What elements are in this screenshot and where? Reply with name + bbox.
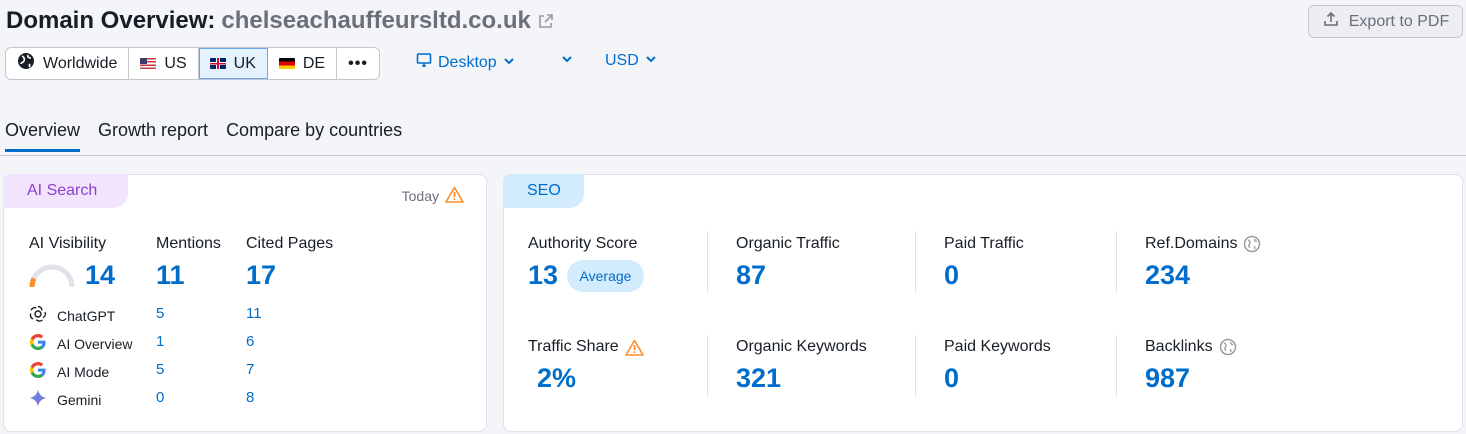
page-title-label: Domain Overview: — [6, 7, 216, 34]
ai-row-cited[interactable]: 11 — [246, 305, 262, 322]
organic-traffic-value[interactable]: 87 — [736, 260, 766, 291]
today-indicator: Today — [402, 186, 464, 206]
mentions-value[interactable]: 11 — [156, 260, 185, 291]
ai-row-cited[interactable]: 8 — [246, 389, 254, 406]
globe-icon — [17, 52, 35, 75]
authority-score-value[interactable]: 13 — [528, 260, 558, 291]
ai-row-ai-overview: AI Overview — [28, 332, 132, 355]
divider — [1116, 335, 1117, 397]
flag-de-icon — [278, 58, 295, 69]
tab-overview[interactable]: Overview — [5, 120, 81, 152]
page-title: Domain Overview: chelseachauffeursltd.co… — [6, 7, 554, 35]
upload-icon — [1322, 10, 1340, 33]
chatgpt-icon — [28, 304, 48, 327]
device-label: Desktop — [438, 53, 497, 71]
paid-traffic-value[interactable]: 0 — [944, 260, 959, 291]
warning-icon[interactable] — [624, 339, 644, 356]
region-label: DE — [302, 54, 326, 72]
ai-row-cited[interactable]: 7 — [246, 361, 254, 378]
divider — [915, 335, 916, 397]
export-to-pdf-button[interactable]: Export to PDF — [1308, 5, 1463, 38]
ai-row-mentions[interactable]: 0 — [156, 389, 164, 406]
ai-row-cited[interactable]: 6 — [246, 333, 254, 350]
region-uk[interactable]: UK — [198, 48, 268, 79]
ai-row-mentions[interactable]: 5 — [156, 361, 164, 378]
ref-domains-label: Ref.Domains — [1145, 235, 1238, 252]
globe-icon[interactable] — [1243, 235, 1261, 253]
more-regions-button[interactable]: ••• — [337, 48, 379, 79]
date-dropdown[interactable] — [561, 52, 573, 70]
ai-visibility-label: AI Visibility — [29, 235, 107, 252]
currency-label: USD — [605, 52, 639, 69]
divider — [707, 231, 708, 293]
ref-domains-value[interactable]: 234 — [1145, 260, 1190, 291]
ai-row-mentions[interactable]: 5 — [156, 305, 164, 322]
paid-traffic-label: Paid Traffic — [944, 235, 1024, 252]
backlinks-label: Backlinks — [1145, 338, 1213, 355]
chevron-down-icon — [561, 52, 573, 70]
authority-level-pill: Average — [567, 260, 644, 292]
cited-pages-value[interactable]: 17 — [246, 260, 276, 291]
tab-divider — [0, 155, 1466, 156]
region-selector: Worldwide US UK DE ••• — [5, 47, 380, 80]
gemini-icon — [28, 388, 48, 411]
warning-icon[interactable] — [445, 186, 464, 206]
device-dropdown[interactable]: Desktop — [416, 52, 515, 73]
backlinks-label-wrap: Backlinks — [1145, 338, 1237, 356]
region-label: Worldwide — [43, 54, 118, 72]
ai-row-mentions[interactable]: 1 — [156, 333, 164, 350]
traffic-share-label: Traffic Share — [528, 338, 619, 355]
traffic-share-label-wrap: Traffic Share — [528, 338, 644, 356]
google-icon — [28, 332, 48, 355]
chevron-down-icon — [503, 54, 515, 72]
google-icon — [28, 360, 48, 383]
seo-badge: SEO — [503, 174, 584, 208]
flag-uk-icon — [209, 58, 226, 69]
ai-row-name: AI Overview — [57, 335, 133, 352]
divider — [707, 335, 708, 397]
ai-visibility-gauge — [29, 264, 75, 288]
divider — [915, 231, 916, 293]
ai-search-badge: AI Search — [3, 174, 128, 208]
ai-visibility-value[interactable]: 14 — [85, 260, 115, 291]
ai-row-name: Gemini — [57, 391, 102, 408]
today-label: Today — [401, 188, 439, 204]
currency-dropdown[interactable]: USD — [605, 52, 657, 70]
ai-row-chatgpt: ChatGPT — [28, 304, 115, 327]
cited-pages-label: Cited Pages — [246, 235, 334, 252]
region-label: UK — [233, 54, 256, 72]
flag-us-icon — [140, 58, 157, 69]
ai-search-card: AI Search Today AI Visibility 14 Mention… — [3, 174, 487, 432]
authority-score-label: Authority Score — [528, 235, 638, 252]
tab-growth-report[interactable]: Growth report — [98, 120, 208, 152]
desktop-icon — [416, 52, 432, 73]
region-us[interactable]: US — [129, 48, 199, 79]
external-link-icon[interactable] — [537, 13, 554, 30]
paid-keywords-value[interactable]: 0 — [944, 363, 959, 394]
export-label: Export to PDF — [1348, 12, 1450, 30]
traffic-share-value[interactable]: 2% — [537, 363, 576, 394]
divider — [1116, 231, 1117, 293]
region-label: US — [164, 54, 187, 72]
backlinks-value[interactable]: 987 — [1145, 363, 1190, 394]
organic-keywords-value[interactable]: 321 — [736, 363, 781, 394]
ref-domains-label-wrap: Ref.Domains — [1145, 235, 1261, 253]
chevron-down-icon — [645, 52, 657, 70]
organic-traffic-label: Organic Traffic — [736, 235, 840, 252]
tab-compare-by-countries[interactable]: Compare by countries — [226, 120, 402, 152]
region-worldwide[interactable]: Worldwide — [6, 48, 130, 79]
paid-keywords-label: Paid Keywords — [944, 338, 1051, 355]
ai-row-ai-mode: AI Mode — [28, 360, 109, 383]
tab-bar: Overview Growth report Compare by countr… — [5, 120, 402, 152]
ai-row-gemini: Gemini — [28, 388, 101, 411]
domain-name[interactable]: chelseachauffeursltd.co.uk — [221, 7, 530, 35]
organic-keywords-label: Organic Keywords — [736, 338, 867, 355]
region-de[interactable]: DE — [268, 48, 338, 79]
ai-row-name: AI Mode — [57, 363, 110, 380]
ai-row-name: ChatGPT — [57, 307, 116, 324]
seo-card: SEO Authority Score 13 Average Organic T… — [503, 174, 1463, 432]
mentions-label: Mentions — [156, 235, 221, 252]
globe-icon[interactable] — [1219, 338, 1237, 356]
